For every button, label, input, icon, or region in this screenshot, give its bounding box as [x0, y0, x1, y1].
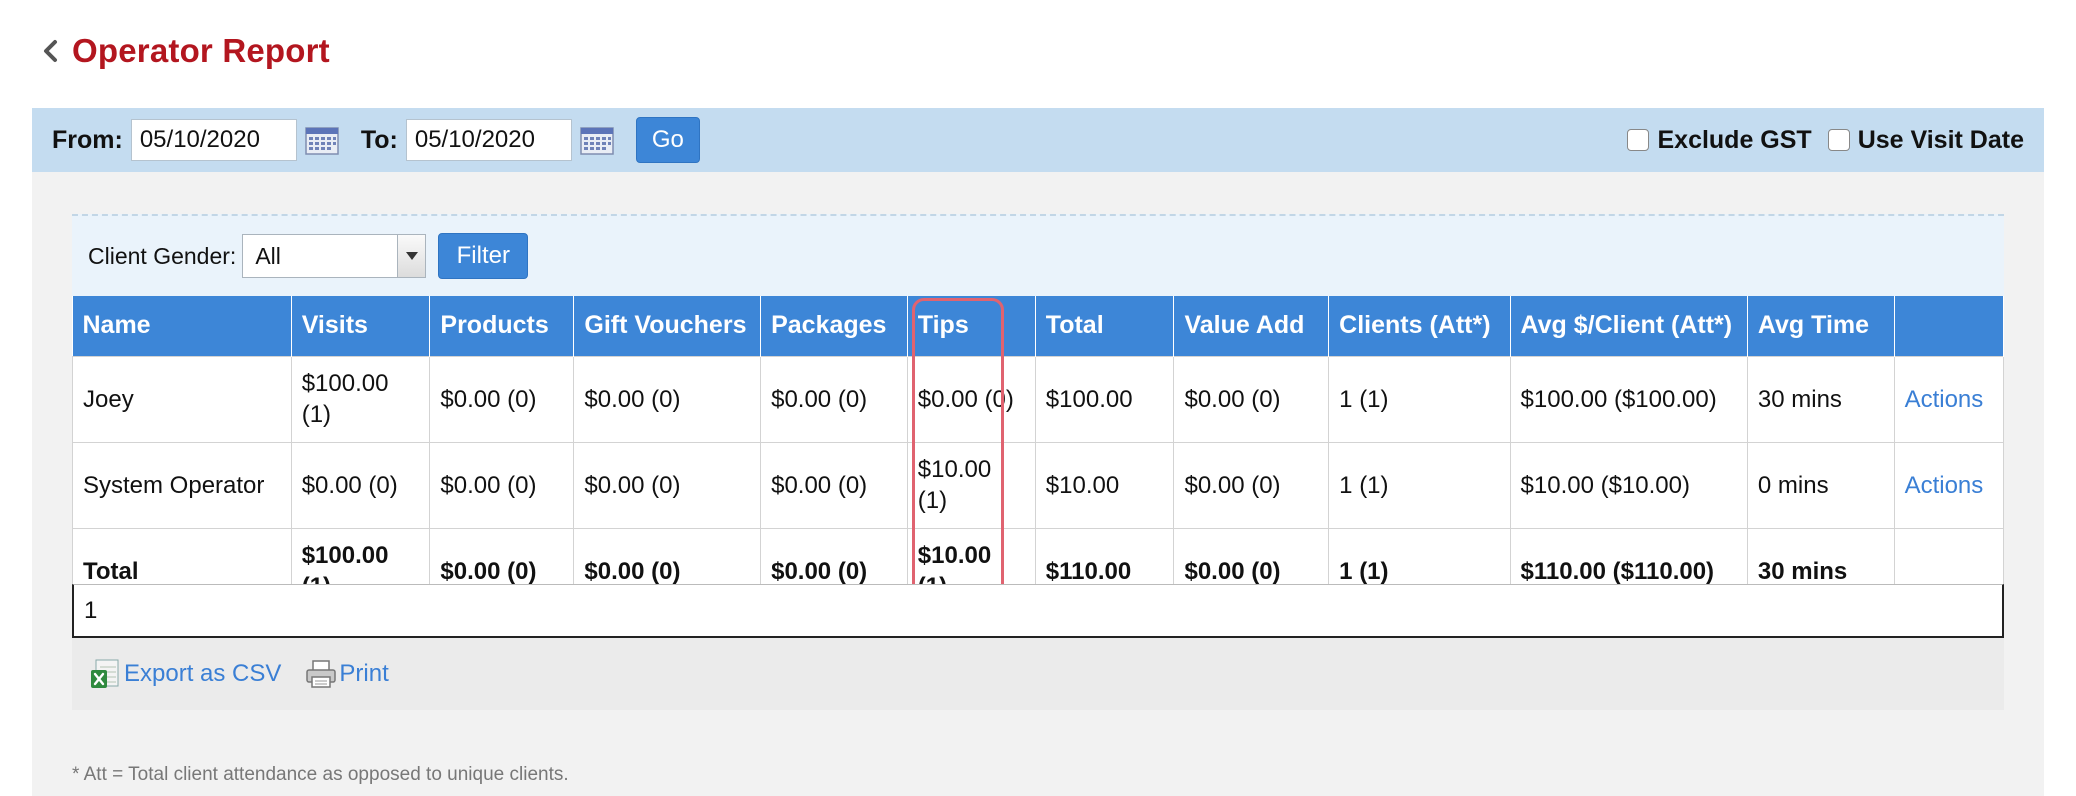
- spreadsheet-icon: [90, 658, 120, 690]
- use-visit-date-checkbox[interactable]: Use Visit Date: [1827, 125, 2024, 155]
- chevron-down-icon[interactable]: [397, 235, 426, 277]
- page-number[interactable]: 1: [84, 597, 97, 625]
- table-cell: $10.00: [1034, 441, 1175, 529]
- report-panel: Client Gender: All Filter Name Visits Pr…: [32, 172, 2044, 796]
- exclude-gst-checkbox[interactable]: Exclude GST: [1627, 125, 1812, 155]
- go-button[interactable]: Go: [635, 117, 700, 163]
- table-cell: $100.00 ($100.00): [1509, 355, 1748, 443]
- column-header[interactable]: Avg $/Client (Att*): [1510, 296, 1748, 356]
- table-cell: $0.00 (0): [429, 355, 575, 443]
- column-header[interactable]: Tips: [907, 296, 1036, 356]
- date-range-bar: From: To:: [32, 108, 2044, 172]
- checkbox-box[interactable]: [1827, 129, 1850, 151]
- exclude-gst-label: Exclude GST: [1657, 125, 1812, 154]
- print-link[interactable]: Print: [305, 658, 389, 690]
- attendance-footnote: * Att = Total client attendance as oppos…: [72, 764, 569, 785]
- report-options: Exclude GST Use Visit Date: [1611, 108, 2024, 172]
- printer-icon: [305, 658, 337, 690]
- column-header[interactable]: Clients (Att*): [1328, 296, 1511, 356]
- calendar-icon[interactable]: [580, 125, 614, 155]
- table-cell: $0.00 (0): [1173, 355, 1330, 443]
- table-cell: $0.00 (0): [760, 441, 908, 529]
- filter-button[interactable]: Filter: [438, 233, 529, 279]
- table-header-row: Name Visits Products Gift Vouchers Packa…: [72, 296, 2005, 356]
- column-header[interactable]: Avg Time: [1747, 296, 1895, 356]
- column-header[interactable]: Visits: [291, 296, 431, 356]
- operator-report-page: Operator Report From: To:: [0, 0, 2076, 796]
- table-cell: $10.00 ($10.00): [1509, 441, 1748, 529]
- table-cell: $0.00 (0): [573, 355, 762, 443]
- checkbox-box[interactable]: [1627, 129, 1650, 151]
- column-header[interactable]: Gift Vouchers: [573, 296, 762, 356]
- actions-cell: Actions: [1893, 441, 2005, 529]
- to-label: To:: [360, 125, 398, 154]
- page-header: Operator Report: [38, 26, 330, 76]
- table-row: System Operator $0.00 (0) $0.00 (0) $0.0…: [72, 441, 2005, 529]
- calendar-icon[interactable]: [305, 125, 339, 155]
- filter-bar: Client Gender: All Filter: [72, 214, 2004, 296]
- column-header[interactable]: Name: [72, 296, 292, 356]
- chevron-left-icon[interactable]: [38, 36, 62, 66]
- client-gender-value: All: [255, 242, 281, 269]
- table-cell: System Operator: [72, 441, 292, 529]
- from-label: From:: [52, 125, 123, 154]
- column-header[interactable]: Products: [429, 296, 575, 356]
- export-csv-link[interactable]: Export as CSV: [90, 658, 281, 690]
- table-cell: $0.00 (0): [760, 355, 908, 443]
- column-header[interactable]: Total: [1035, 296, 1175, 356]
- table-cell: 0 mins: [1746, 441, 1895, 529]
- table-cell: 30 mins: [1746, 355, 1895, 443]
- table-row: Joey $100.00 (1) $0.00 (0) $0.00 (0) $0.…: [72, 355, 2005, 443]
- table-cell: $0.00 (0): [429, 441, 575, 529]
- pagination: 1: [72, 584, 2004, 638]
- table-cell: $0.00 (0): [290, 441, 431, 529]
- to-date-input[interactable]: [405, 119, 572, 161]
- table-cell: $0.00 (0): [1173, 441, 1330, 529]
- actions-cell: Actions: [1893, 355, 2005, 443]
- table-cell: $0.00 (0): [573, 441, 762, 529]
- actions-link[interactable]: Actions: [1905, 472, 1984, 499]
- client-gender-label: Client Gender:: [88, 242, 237, 269]
- operator-report-table: Name Visits Products Gift Vouchers Packa…: [72, 296, 2005, 615]
- table-cell: 1 (1): [1328, 441, 1511, 529]
- column-header[interactable]: Packages: [760, 296, 908, 356]
- table-cell: Joey: [72, 355, 292, 443]
- export-bar: Export as CSV Print: [72, 638, 2004, 710]
- column-header: [1894, 296, 2005, 356]
- export-csv-label: Export as CSV: [124, 660, 282, 687]
- table-cell: $0.00 (0): [906, 355, 1036, 443]
- actions-link[interactable]: Actions: [1905, 386, 1984, 413]
- client-gender-select[interactable]: All: [242, 234, 427, 278]
- print-label: Print: [339, 660, 389, 687]
- use-visit-date-label: Use Visit Date: [1857, 125, 2024, 154]
- column-header[interactable]: Value Add: [1173, 296, 1330, 356]
- page-title: Operator Report: [72, 32, 330, 69]
- table-cell: $100.00 (1): [290, 355, 431, 443]
- table-cell: 1 (1): [1328, 355, 1511, 443]
- from-date-input[interactable]: [130, 119, 297, 161]
- table-cell: $10.00 (1): [906, 441, 1036, 529]
- table-cell: $100.00: [1034, 355, 1175, 443]
